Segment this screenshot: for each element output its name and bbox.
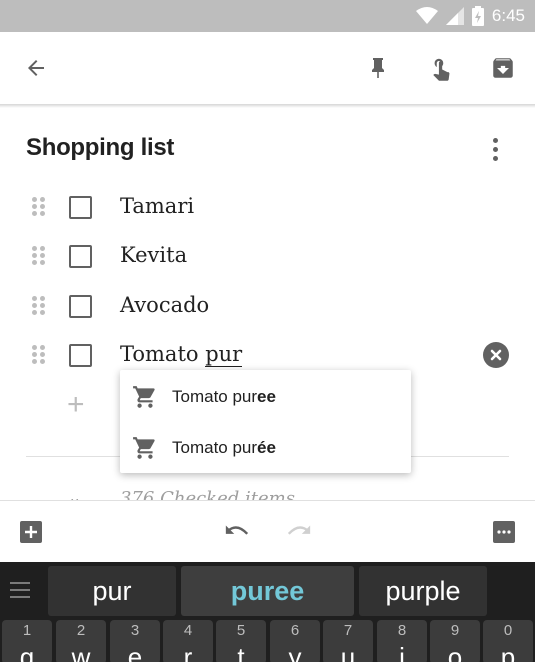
bottom-bar [0,500,535,562]
key-letter: q [19,642,35,662]
battery-charging-icon [471,6,484,26]
key-number: 4 [183,622,193,639]
item-text[interactable]: Avocado [120,293,209,317]
redo-button[interactable] [286,519,312,545]
redo-icon [287,525,311,535]
keyboard-suggestion[interactable]: purple [359,566,487,616]
key-e[interactable]: 3e [110,620,160,662]
add-box-icon [20,521,42,543]
item-checkbox[interactable] [69,196,92,219]
archive-button[interactable] [485,50,521,86]
pin-button[interactable] [360,50,396,86]
signal-icon [445,7,464,25]
key-letter: y [288,642,302,662]
toolbar [0,32,535,104]
status-bar: 6:45 [0,0,535,32]
list-item: Kevita [0,233,535,279]
item-text-prefix: Tomato [120,342,206,366]
key-u[interactable]: 7u [323,620,373,662]
undo-icon [225,525,249,535]
list-item: Tamari [0,184,535,230]
item-checkbox[interactable] [69,295,92,318]
key-o[interactable]: 9o [430,620,480,662]
keyboard-suggestion-primary[interactable]: puree [181,566,354,616]
key-r[interactable]: 4r [163,620,213,662]
item-checkbox[interactable] [69,344,92,367]
autocomplete-text-bold: ee [257,387,276,406]
keyboard-suggestion[interactable]: pur [48,566,176,616]
key-letter: r [183,642,193,662]
reminder-button[interactable] [422,50,458,86]
autocomplete-item[interactable]: Tomato purée [120,422,411,473]
key-number: 6 [290,622,300,639]
archive-icon [493,58,513,78]
reminder-hand-icon [433,58,450,81]
autocomplete-item[interactable]: Tomato puree [120,371,411,422]
add-content-button[interactable] [18,519,44,545]
autocomplete-text-normal: Tomato pur [172,387,258,406]
key-letter: p [500,642,516,662]
item-checkbox[interactable] [69,245,92,268]
autocomplete-text-normal: Tomato pur [172,438,258,457]
autocomplete-popup: Tomato puree Tomato purée [120,370,411,473]
drag-handle-icon[interactable] [32,197,46,217]
key-number: 7 [343,622,353,639]
autocomplete-text: Tomato purée [172,438,276,458]
key-y[interactable]: 6y [270,620,320,662]
key-i[interactable]: 8i [377,620,427,662]
key-letter: i [399,642,405,662]
note-title[interactable]: Shopping list [26,134,174,162]
key-number: 9 [450,622,460,639]
arrow-back-icon [28,60,44,76]
close-icon [490,349,502,361]
more-options-button[interactable] [484,136,508,164]
item-text[interactable]: Tamari [120,194,194,218]
key-number: 2 [76,622,86,639]
more-actions-button[interactable] [491,519,517,545]
pin-icon [372,58,384,78]
key-number: 5 [236,622,246,639]
key-p[interactable]: 0p [483,620,533,662]
composing-text: pur [205,342,243,367]
key-number: 1 [22,622,32,639]
key-letter: o [447,642,463,662]
key-letter: w [71,642,91,662]
key-letter: t [237,642,245,662]
key-w[interactable]: 2w [56,620,106,662]
key-t[interactable]: 5t [216,620,266,662]
more-vert-icon [493,138,498,143]
key-number: 8 [397,622,407,639]
key-letter: e [127,642,143,662]
autocomplete-text: Tomato puree [172,387,276,407]
checked-items-row[interactable]: ⌄ 376 Checked items [0,482,535,502]
item-text[interactable]: Kevita [120,243,187,267]
drag-handle-icon[interactable] [32,345,46,365]
item-text-input[interactable]: Tomato pur [120,342,243,367]
shopping-cart-icon [133,386,155,408]
autocomplete-text-bold: ée [257,438,276,457]
keyboard-menu-icon[interactable] [10,582,30,603]
drag-handle-icon[interactable] [32,296,46,316]
keyboard: pur puree purple 1q 2w 3e 4r 5t 6y 7u 8i… [0,562,535,662]
key-number: 0 [503,622,513,639]
status-time: 6:45 [491,6,525,25]
back-button[interactable] [18,50,54,86]
key-letter: u [340,642,356,662]
drag-handle-icon[interactable] [32,246,46,266]
shopping-cart-icon [133,437,155,459]
toolbar-shadow [0,104,535,108]
key-number: 3 [130,622,140,639]
wifi-icon [415,7,438,24]
add-item-plus-icon[interactable]: + [67,390,85,420]
more-horiz-icon [493,521,515,543]
undo-button[interactable] [224,519,250,545]
list-item: Avocado [0,283,535,329]
key-q[interactable]: 1q [2,620,52,662]
clear-item-button[interactable] [483,342,509,368]
